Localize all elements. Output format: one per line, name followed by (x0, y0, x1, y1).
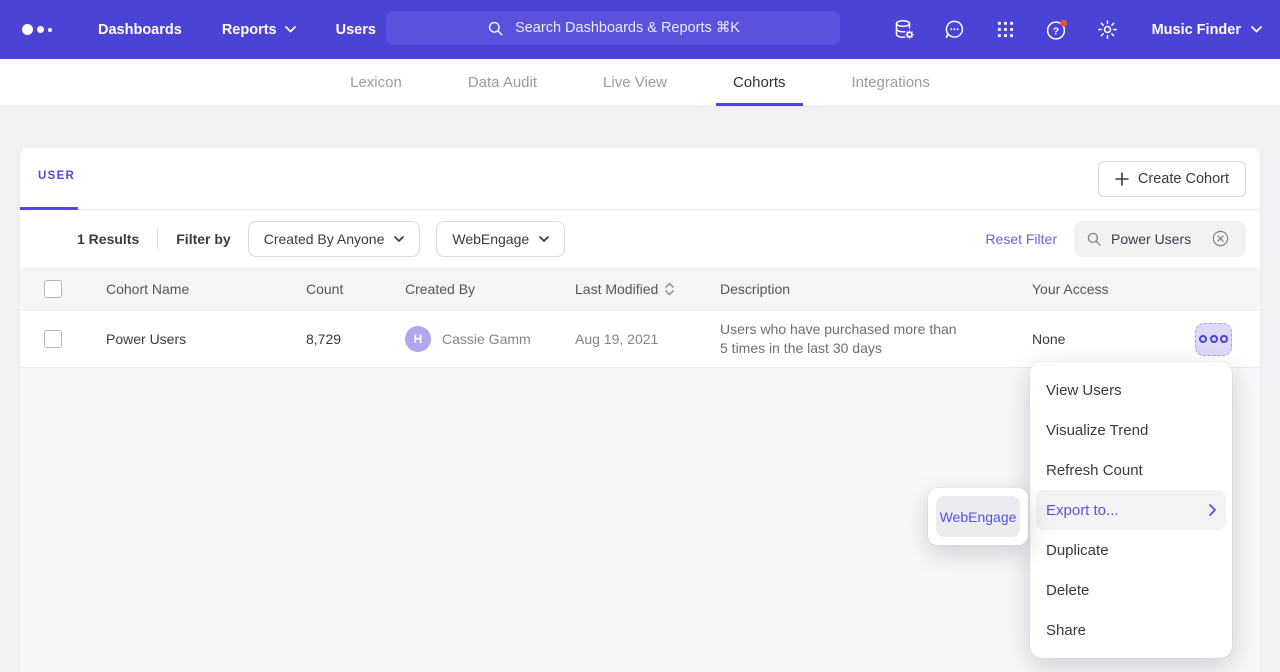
cohort-search-box (1074, 221, 1246, 257)
column-header-description[interactable]: Description (720, 281, 1020, 297)
webengage-filter-dropdown[interactable]: WebEngage (436, 221, 565, 257)
menu-item-refresh-count[interactable]: Refresh Count (1030, 450, 1232, 490)
notification-dot (1060, 19, 1067, 26)
chevron-down-icon (394, 236, 404, 242)
row-more-actions-button[interactable] (1195, 323, 1232, 356)
more-dot (1199, 335, 1207, 343)
mixpanel-logo-icon[interactable] (22, 24, 74, 35)
top-navbar: Dashboards Reports Users Search Dashboar… (0, 0, 1280, 59)
column-header-last-modified[interactable]: Last Modified (575, 281, 720, 297)
submenu-item-webengage[interactable]: WebEngage (936, 496, 1020, 537)
last-modified-cell: Aug 19, 2021 (575, 331, 720, 347)
workspace-name: Music Finder (1152, 22, 1241, 38)
create-cohort-button[interactable]: Create Cohort (1098, 161, 1246, 197)
created-by-cell: H Cassie Gamm (405, 326, 575, 352)
more-dot (1210, 335, 1218, 343)
search-icon (486, 19, 505, 38)
cohort-search-input[interactable] (1111, 231, 1203, 247)
nav-dashboards[interactable]: Dashboards (98, 22, 182, 38)
description-cell: Users who have purchased more than 5 tim… (720, 320, 1020, 358)
page-body: USER Create Cohort 1 Results Filter by C… (0, 107, 1280, 672)
global-search[interactable]: Search Dashboards & Reports ⌘K (386, 11, 840, 45)
tab-live-view[interactable]: Live View (586, 59, 684, 106)
menu-item-export-to[interactable]: Export to... (1036, 490, 1226, 530)
tab-data-audit[interactable]: Data Audit (451, 59, 554, 106)
settings-icon[interactable] (1095, 17, 1121, 43)
select-all-checkbox[interactable] (44, 280, 62, 298)
access-value: None (1032, 331, 1065, 347)
cohort-name-cell[interactable]: Power Users (90, 331, 290, 347)
avatar: H (405, 326, 431, 352)
menu-item-view-users[interactable]: View Users (1030, 370, 1232, 410)
webengage-filter-value: WebEngage (452, 231, 529, 247)
tab-lexicon[interactable]: Lexicon (333, 59, 419, 106)
column-header-cohort-name[interactable]: Cohort Name (90, 281, 290, 297)
results-count: 1 Results (77, 231, 139, 247)
created-by-filter-value: Created By Anyone (264, 231, 385, 247)
app-root: Dashboards Reports Users Search Dashboar… (0, 0, 1280, 672)
menu-item-share[interactable]: Share (1030, 610, 1232, 650)
clear-search-icon[interactable] (1211, 229, 1230, 248)
last-modified-label: Last Modified (575, 281, 658, 297)
chevron-right-icon (1209, 504, 1216, 516)
your-access-label: Your Access (1032, 281, 1109, 297)
context-menu: View Users Visualize Trend Refresh Count… (1030, 362, 1232, 658)
your-access-cell: None (1020, 323, 1260, 356)
column-header-count[interactable]: Count (290, 281, 405, 297)
chat-icon[interactable] (942, 17, 968, 43)
secondary-tabbar: Lexicon Data Audit Live View Cohorts Int… (0, 59, 1280, 107)
nav-reports[interactable]: Reports (222, 22, 296, 38)
tab-integrations[interactable]: Integrations (835, 59, 947, 106)
filter-bar: 1 Results Filter by Created By Anyone We… (20, 210, 1260, 267)
cohort-count-cell: 8,729 (290, 331, 405, 347)
sort-icon[interactable] (665, 282, 674, 296)
nav-reports-label: Reports (222, 22, 277, 38)
table-row[interactable]: Power Users 8,729 H Cassie Gamm Aug 19, … (20, 311, 1260, 368)
cohorts-card-header: USER Create Cohort (20, 148, 1260, 210)
plus-icon (1115, 172, 1129, 186)
created-by-filter-dropdown[interactable]: Created By Anyone (248, 221, 421, 257)
reset-filter-link[interactable]: Reset Filter (985, 231, 1057, 247)
row-checkbox[interactable] (44, 330, 62, 348)
apps-grid-icon[interactable] (993, 17, 1019, 43)
filter-by-label: Filter by (176, 231, 230, 247)
export-to-label: Export to... (1046, 502, 1119, 519)
data-management-icon[interactable] (891, 17, 917, 43)
help-icon[interactable]: ? (1044, 17, 1070, 43)
chevron-down-icon (539, 236, 549, 242)
column-header-created-by[interactable]: Created By (405, 281, 575, 297)
workspace-switcher[interactable]: Music Finder (1152, 22, 1262, 38)
filter-bar-right: Reset Filter (985, 221, 1246, 257)
more-dot (1220, 335, 1228, 343)
navbar-actions: ? Music Finder (891, 17, 1262, 43)
creator-name: Cassie Gamm (442, 331, 531, 347)
table-header-row: Cohort Name Count Created By Last Modifi… (20, 267, 1260, 311)
tab-user[interactable]: USER (38, 170, 75, 182)
primary-nav: Dashboards Reports Users (98, 22, 376, 38)
menu-item-visualize-trend[interactable]: Visualize Trend (1030, 410, 1232, 450)
svg-text:?: ? (1052, 25, 1058, 37)
tab-cohorts[interactable]: Cohorts (716, 59, 803, 106)
create-cohort-label: Create Cohort (1138, 171, 1229, 187)
chevron-down-icon (285, 26, 296, 33)
menu-item-duplicate[interactable]: Duplicate (1030, 530, 1232, 570)
menu-item-delete[interactable]: Delete (1030, 570, 1232, 610)
export-submenu: WebEngage (928, 488, 1028, 545)
nav-users[interactable]: Users (336, 22, 376, 38)
search-icon (1085, 230, 1103, 248)
column-header-your-access[interactable]: Your Access (1020, 281, 1260, 297)
global-search-placeholder: Search Dashboards & Reports ⌘K (515, 20, 740, 36)
active-tab-underline (20, 207, 78, 210)
chevron-down-icon (1251, 26, 1262, 33)
divider (157, 228, 158, 250)
